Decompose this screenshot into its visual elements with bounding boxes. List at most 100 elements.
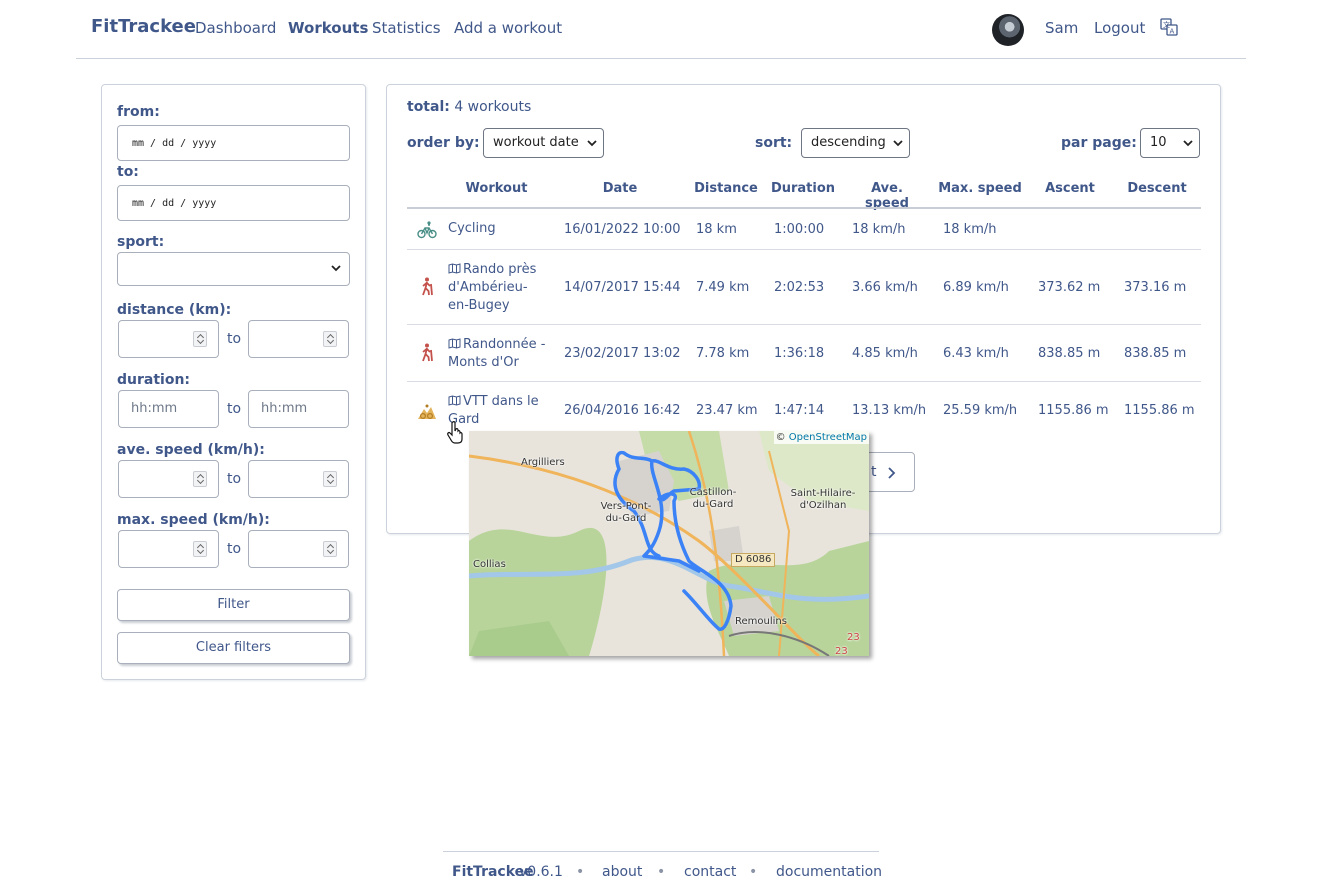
spinner-icon[interactable] bbox=[193, 541, 207, 557]
chevron-down-icon bbox=[587, 140, 597, 147]
nav-workouts[interactable]: Workouts bbox=[288, 19, 368, 37]
workout-descent: 373.16 m bbox=[1124, 280, 1187, 295]
workout-duration: 1:36:18 bbox=[774, 346, 825, 361]
workout-date: 23/02/2017 13:02 bbox=[564, 346, 681, 361]
row-divider bbox=[407, 381, 1201, 382]
footer-about-link[interactable]: about bbox=[602, 864, 642, 880]
spinner-icon[interactable] bbox=[323, 331, 337, 347]
order-by-label: order by: bbox=[407, 135, 480, 151]
header-divider bbox=[407, 207, 1201, 209]
workout-duration: 1:47:14 bbox=[774, 403, 825, 418]
workout-distance: 23.47 km bbox=[696, 403, 758, 418]
distance-min-input[interactable] bbox=[118, 320, 219, 358]
footer-version: v0.6.1 bbox=[519, 864, 563, 880]
attribution-prefix: © bbox=[775, 432, 786, 443]
workout-link[interactable]: Cycling bbox=[448, 220, 496, 238]
col-distance: Distance bbox=[694, 181, 758, 196]
col-duration: Duration bbox=[770, 181, 836, 196]
sport-label: sport: bbox=[117, 234, 165, 250]
spinner-icon[interactable] bbox=[323, 471, 337, 487]
spinner-icon[interactable] bbox=[323, 541, 337, 557]
workout-link[interactable]: Randonnée - Monts d'Or bbox=[448, 336, 548, 372]
max-speed-max-input[interactable] bbox=[248, 530, 349, 568]
navbar: FitTrackee Dashboard Workouts Statistics… bbox=[76, 0, 1246, 59]
footer-separator: • bbox=[657, 864, 666, 880]
ave-speed-max-input[interactable] bbox=[248, 460, 349, 498]
workout-title: Randonnée - Monts d'Or bbox=[448, 337, 546, 370]
workout-title: Rando près d'Ambérieu-en-Bugey bbox=[448, 262, 537, 313]
col-max-speed: Max. speed bbox=[938, 181, 1022, 196]
nav-dashboard[interactable]: Dashboard bbox=[195, 19, 276, 37]
mountain-biking-icon bbox=[418, 404, 436, 420]
hiking-icon bbox=[422, 343, 433, 362]
map-attribution: © OpenStreetMap bbox=[773, 431, 869, 444]
chevron-down-icon bbox=[893, 140, 903, 147]
openstreetmap-link[interactable]: OpenStreetMap bbox=[789, 432, 867, 443]
translate-icon[interactable]: 文 A bbox=[1160, 18, 1178, 36]
footer-contact-link[interactable]: contact bbox=[684, 864, 736, 880]
max-speed-min-input[interactable] bbox=[118, 530, 219, 568]
per-page-label: par page: bbox=[1061, 135, 1137, 151]
map-place: Collias bbox=[473, 559, 506, 570]
chevron-down-icon bbox=[1183, 140, 1193, 147]
road-label: D 6086 bbox=[731, 553, 776, 567]
hiking-icon bbox=[422, 277, 433, 296]
spinner-icon[interactable] bbox=[193, 331, 207, 347]
map-place: Castillon-du-Gard bbox=[689, 487, 737, 510]
workout-link[interactable]: Rando près d'Ambérieu-en-Bugey bbox=[448, 261, 548, 315]
per-page-select[interactable]: 10 bbox=[1140, 128, 1200, 158]
brand-logo[interactable]: FitTrackee bbox=[91, 16, 196, 37]
col-date: Date bbox=[602, 181, 638, 196]
row-divider bbox=[407, 249, 1201, 250]
workout-duration: 1:00:00 bbox=[774, 222, 825, 237]
total-count: total: 4 workouts bbox=[407, 99, 531, 115]
filters-panel: from: mm / dd / yyyy to: mm / dd / yyyy … bbox=[101, 84, 366, 680]
distance-label: distance (km): bbox=[117, 302, 232, 318]
duration-max-input[interactable]: hh:mm bbox=[248, 390, 349, 428]
workout-duration: 2:02:53 bbox=[774, 280, 825, 295]
sort-select[interactable]: descending bbox=[801, 128, 910, 158]
map-place: Argilliers bbox=[521, 457, 565, 468]
workout-distance: 7.49 km bbox=[696, 280, 750, 295]
workout-ave-speed: 13.13 km/h bbox=[852, 403, 927, 418]
order-by-value: workout date bbox=[493, 135, 579, 150]
footer-separator: • bbox=[749, 864, 758, 880]
order-by-select[interactable]: workout date bbox=[483, 128, 604, 158]
sport-select[interactable] bbox=[117, 252, 350, 286]
road-number: 23 bbox=[847, 632, 860, 643]
from-label: from: bbox=[117, 104, 160, 120]
filter-button[interactable]: Filter bbox=[117, 589, 350, 621]
distance-max-input[interactable] bbox=[248, 320, 349, 358]
workout-max-speed: 6.89 km/h bbox=[943, 280, 1009, 295]
workout-ave-speed: 18 km/h bbox=[852, 222, 906, 237]
user-avatar[interactable] bbox=[992, 14, 1024, 46]
to-date-input[interactable]: mm / dd / yyyy bbox=[117, 185, 350, 221]
workout-ave-speed: 4.85 km/h bbox=[852, 346, 918, 361]
workout-date: 26/04/2016 16:42 bbox=[564, 403, 681, 418]
footer-documentation-link[interactable]: documentation bbox=[776, 864, 882, 880]
map-icon bbox=[448, 395, 461, 406]
sort-label: sort: bbox=[755, 135, 793, 151]
road-number: 23 bbox=[835, 646, 848, 656]
workout-descent: 1155.86 m bbox=[1124, 403, 1195, 418]
workout-descent: 838.85 m bbox=[1124, 346, 1187, 361]
workout-max-speed: 18 km/h bbox=[943, 222, 997, 237]
nav-user[interactable]: Sam bbox=[1045, 19, 1078, 37]
hand-cursor-icon bbox=[447, 420, 463, 444]
nav-statistics[interactable]: Statistics bbox=[372, 19, 441, 37]
distance-to-label: to bbox=[227, 331, 242, 347]
spinner-icon[interactable] bbox=[193, 471, 207, 487]
ave-speed-min-input[interactable] bbox=[118, 460, 219, 498]
svg-text:A: A bbox=[1170, 28, 1175, 36]
workout-max-speed: 6.43 km/h bbox=[943, 346, 1009, 361]
clear-filters-button[interactable]: Clear filters bbox=[117, 632, 350, 664]
workout-ascent: 373.62 m bbox=[1038, 280, 1101, 295]
duration-min-input[interactable]: hh:mm bbox=[118, 390, 219, 428]
nav-add-workout[interactable]: Add a workout bbox=[454, 19, 562, 37]
pagination-next-label: t bbox=[871, 464, 877, 480]
nav-logout[interactable]: Logout bbox=[1094, 19, 1145, 37]
from-date-input[interactable]: mm / dd / yyyy bbox=[117, 125, 350, 161]
duration-label: duration: bbox=[117, 372, 191, 388]
max-speed-to-label: to bbox=[227, 541, 242, 557]
total-value: 4 workouts bbox=[454, 99, 532, 115]
